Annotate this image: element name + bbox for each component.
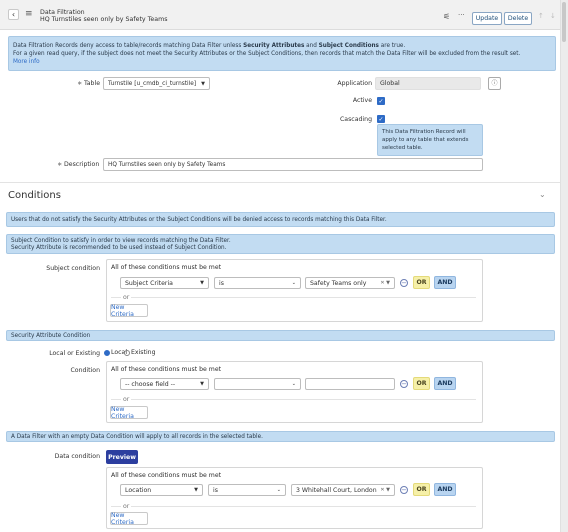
more-info-link[interactable]: More info <box>13 58 551 66</box>
record-type: Data Filtration <box>40 9 85 16</box>
local-existing-label: Local or Existing <box>49 350 100 357</box>
preview-button[interactable]: Preview <box>106 450 138 464</box>
subject-operator-select[interactable]: is ⌄ <box>214 277 301 289</box>
subject-new-criteria-button[interactable]: New Criteria <box>110 304 148 318</box>
arrow-down-icon[interactable]: ↓ <box>550 12 556 20</box>
conditions-title: Conditions <box>8 190 61 201</box>
cascading-checkbox[interactable]: ✓ <box>377 115 385 123</box>
more-button[interactable]: ··· <box>458 11 465 19</box>
or-divider <box>131 399 476 400</box>
or-divider <box>111 297 121 298</box>
subject-and-button[interactable]: AND <box>434 276 456 289</box>
or-text: or <box>123 503 130 510</box>
subject-or-button[interactable]: OR <box>413 276 430 289</box>
menu-icon[interactable]: ≡ <box>25 9 35 19</box>
security-field-select[interactable]: -- choose field -- ▼ <box>120 378 209 390</box>
subject-condition-label: Subject condition <box>46 265 100 272</box>
subject-field-select[interactable]: Subject Criteria ▼ <box>120 277 209 289</box>
deny-note: Users that do not satisfy the Security A… <box>6 212 555 227</box>
radio-empty-icon <box>124 349 130 356</box>
subject-all-conditions: All of these conditions must be met <box>111 264 222 271</box>
remove-condition-icon[interactable]: − <box>400 279 408 287</box>
table-required-mark: ∗ <box>77 80 83 87</box>
description-label: Description <box>64 161 100 168</box>
data-field-select[interactable]: Location ▼ <box>120 484 203 496</box>
radio-selected-icon <box>104 349 110 356</box>
caret-down-icon: ▼ <box>194 487 198 493</box>
back-button[interactable]: ‹ <box>8 9 19 20</box>
scrollbar[interactable] <box>560 0 568 532</box>
or-divider <box>111 506 121 507</box>
data-condition-label: Data condition <box>54 453 100 460</box>
empty-filter-note: A Data Filter with an empty Data Conditi… <box>6 431 555 442</box>
data-new-criteria-button[interactable]: New Criteria <box>110 512 148 526</box>
chevron-down-icon: ⌄ <box>291 280 296 286</box>
info-icon[interactable]: ⓘ <box>488 77 501 90</box>
security-all-conditions: All of these conditions must be met <box>111 366 222 373</box>
data-and-button[interactable]: AND <box>434 483 456 496</box>
section-divider <box>0 182 560 183</box>
chevron-down-icon: ⌄ <box>276 487 281 493</box>
security-new-criteria-button[interactable]: New Criteria <box>110 406 148 420</box>
data-all-conditions: All of these conditions must be met <box>111 472 222 479</box>
intro-line-2: For a given read query, if the subject d… <box>13 51 521 57</box>
record-name: HQ Turnstiles seen only by Safety Teams <box>40 16 168 23</box>
arrow-up-icon[interactable]: ↑ <box>538 12 544 20</box>
cascading-hint: This Data Filtration Record will apply t… <box>377 124 483 156</box>
data-value-select[interactable]: 3 Whitehall Court, London ✕ ▼ <box>291 484 395 496</box>
clear-caret-icon: ✕ ▼ <box>380 280 390 286</box>
active-label: Active <box>352 97 372 104</box>
clear-caret-icon: ✕ ▼ <box>380 487 390 493</box>
subject-value-select[interactable]: Safety Teams only ✕ ▼ <box>305 277 395 289</box>
subject-note: Subject Condition to satisfy in order to… <box>6 234 555 254</box>
caret-down-icon: ▼ <box>200 280 204 286</box>
caret-down-icon: ▼ <box>201 80 205 87</box>
intro-line-1: Data Filtration Records deny access to t… <box>13 43 406 49</box>
or-divider <box>111 399 121 400</box>
security-operator-select[interactable]: ⌄ <box>214 378 301 390</box>
collapse-chevron-icon[interactable]: ⌄ <box>539 190 546 199</box>
application-label: Application <box>337 80 372 87</box>
delete-button[interactable]: Delete <box>504 12 532 25</box>
update-button[interactable]: Update <box>472 12 502 25</box>
description-required-mark: ∗ <box>57 161 63 168</box>
caret-down-icon: ▼ <box>200 381 204 387</box>
table-label: Table <box>84 80 100 87</box>
radio-existing[interactable]: Existing <box>124 349 156 356</box>
active-checkbox[interactable]: ✓ <box>377 97 385 105</box>
security-attribute-header: Security Attribute Condition <box>6 330 555 341</box>
data-operator-select[interactable]: is ⌄ <box>208 484 286 496</box>
security-and-button[interactable]: AND <box>434 377 456 390</box>
sliders-icon[interactable]: ⚟ <box>443 12 450 21</box>
or-text: or <box>123 396 130 403</box>
table-select[interactable]: Turnstile [u_cmdb_ci_turnstile] ▼ <box>103 77 210 90</box>
application-field: Global <box>375 77 481 90</box>
or-text: or <box>123 294 130 301</box>
remove-condition-icon[interactable]: − <box>400 486 408 494</box>
security-or-button[interactable]: OR <box>413 377 430 390</box>
intro-info-box: Data Filtration Records deny access to t… <box>8 36 556 71</box>
condition-label: Condition <box>70 367 100 374</box>
remove-condition-icon[interactable]: − <box>400 380 408 388</box>
or-divider <box>131 506 476 507</box>
data-or-button[interactable]: OR <box>413 483 430 496</box>
chevron-down-icon: ⌄ <box>291 381 296 387</box>
cascading-label: Cascading <box>339 116 372 123</box>
or-divider <box>131 297 476 298</box>
security-value-input[interactable] <box>305 378 395 390</box>
chevron-left-icon: ‹ <box>11 10 16 19</box>
scrollbar-thumb[interactable] <box>562 2 566 42</box>
description-field[interactable]: HQ Turnstiles seen only by Safety Teams <box>103 158 483 171</box>
